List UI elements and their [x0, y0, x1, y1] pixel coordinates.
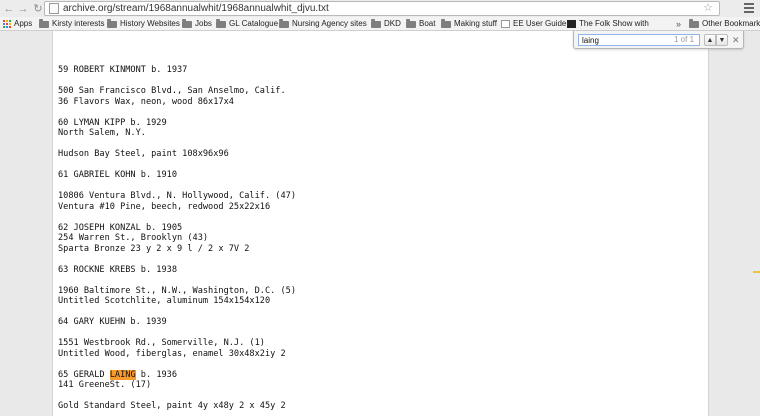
text-line: North Salem, N.Y.	[58, 128, 146, 138]
bookmark-jobs[interactable]: Jobs	[182, 17, 212, 31]
text-line	[58, 181, 698, 192]
browser-toolbar: ← → ↻ archive.org/stream/1968annualwhit/…	[0, 0, 760, 17]
text-line: 1551 Westbrook Rd., Somerville, N.J. (1)	[58, 338, 265, 348]
text-line: Sparta Bronze 23 y 2 x 9 l / 2 x 7V 2	[58, 243, 250, 254]
folder-icon	[39, 18, 49, 28]
forward-arrow-icon[interactable]: →	[17, 2, 29, 16]
text-line: 500 San Francisco Blvd., San Anselmo, Ca…	[58, 86, 286, 96]
find-previous-button[interactable]: ▲	[704, 34, 716, 46]
scrollbar-match-marker	[753, 271, 760, 273]
text-line	[58, 275, 698, 286]
text-line: Untitled Scotchlite, aluminum 154x154x12…	[58, 296, 271, 306]
text-line	[58, 212, 698, 223]
back-arrow-icon[interactable]: ←	[3, 2, 15, 16]
folder-icon	[689, 18, 699, 28]
find-bar: 1 of 1 ▲ ▼ ✕	[573, 31, 744, 49]
bookmark-making-stuff[interactable]: Making stuff	[441, 17, 497, 31]
text-line	[58, 107, 698, 118]
bookmark-other-bookmarks[interactable]: Other Bookmarks	[689, 17, 760, 31]
find-highlight: LAING	[109, 369, 136, 380]
reload-icon[interactable]: ↻	[32, 2, 44, 16]
bookmark-dkd[interactable]: DKD	[371, 17, 401, 31]
text-line	[58, 328, 698, 339]
text-line: 1960 Baltimore St., N.W., Washington, D.…	[58, 285, 296, 296]
text-line: 254 Warren St., Brooklyn (43)	[58, 233, 209, 243]
folder-icon	[216, 18, 226, 28]
page-text: The Silver Tree Mountain Gold Blue59 ROB…	[58, 31, 698, 416]
text-line: 64 GARY KUEHN b. 1939	[58, 317, 167, 327]
text-line	[58, 160, 698, 171]
folder-icon	[371, 18, 381, 28]
text-line: 63 ROCKNE KREBS b. 1938	[58, 264, 177, 275]
find-match-count: 1 of 1	[674, 35, 695, 44]
text-line: Hudson Bay Steel, paint 108x96x96	[58, 149, 229, 159]
bookmark-boat[interactable]: Boat	[406, 17, 435, 31]
bookmark-kirsty-interests[interactable]: Kirsty interests	[39, 17, 104, 31]
text-line	[58, 76, 698, 87]
double-chevron-icon: »	[676, 19, 682, 29]
text-line: Gold Standard Steel, paint 4y x48y 2 x 4…	[58, 401, 286, 411]
bookmark-nursing-agency-sites[interactable]: Nursing Agency sites	[279, 17, 367, 31]
find-next-button[interactable]: ▼	[716, 34, 728, 46]
text-line	[58, 254, 698, 265]
text-line: 61 GABRIEL KOHN b. 1910	[58, 170, 177, 180]
folder-icon	[406, 18, 416, 28]
page-viewport[interactable]: The Silver Tree Mountain Gold Blue59 ROB…	[52, 31, 709, 416]
bookmark-apps[interactable]: Apps	[3, 17, 32, 31]
menu-icon[interactable]	[743, 2, 755, 14]
text-line	[58, 391, 698, 402]
text-line	[58, 55, 698, 66]
close-icon[interactable]: ✕	[732, 34, 740, 46]
bookmark-ee-user-guide[interactable]: EE User Guide	[501, 17, 566, 31]
folder-icon	[107, 18, 117, 28]
bookmark-gl-catalogue[interactable]: GL Catalogue	[216, 17, 278, 31]
text-line: Untitled Wood, fiberglas, enamel 30x48x2…	[58, 348, 286, 359]
text-line: 141 GreeneSt. (17)	[58, 380, 152, 390]
text-line: 59 ROBERT KINMONT b. 1937	[58, 65, 188, 75]
text-line: 36 Flavors Wax, neon, wood 86x17x4	[58, 96, 234, 107]
text-line	[58, 359, 698, 370]
bookmark-history-websites[interactable]: History Websites	[107, 17, 180, 31]
text-line: Ventura #10 Pine, beech, redwood 25x22x1…	[58, 201, 271, 212]
folder-icon	[279, 18, 289, 28]
url-text[interactable]: archive.org/stream/1968annualwhit/1968an…	[63, 3, 329, 14]
address-bar[interactable]: archive.org/stream/1968annualwhit/1968an…	[44, 1, 720, 16]
text-line: 10806 Ventura Blvd., N. Hollywood, Calif…	[58, 191, 296, 201]
site-icon	[567, 20, 576, 28]
bookmark-star-icon[interactable]: ☆	[703, 2, 713, 15]
bookmarks-bar: Apps Kirsty interests History Websites J…	[0, 17, 760, 31]
text-line: 60 LYMAN KIPP b. 1929	[58, 117, 167, 128]
apps-grid-icon	[3, 20, 11, 28]
text-line	[58, 412, 698, 416]
page-icon	[501, 20, 510, 28]
text-line: 62 JOSEPH KONZAL b. 1905	[58, 222, 183, 233]
text-line: 65 GERALD LAING b. 1936	[58, 369, 178, 380]
bookmarks-overflow[interactable]: »	[676, 17, 681, 31]
folder-icon	[441, 18, 451, 28]
folder-icon	[182, 18, 192, 28]
text-line	[58, 139, 698, 150]
text-line	[58, 307, 698, 318]
page-icon	[49, 3, 59, 14]
bookmark-folk-show[interactable]: The Folk Show with	[567, 17, 662, 31]
